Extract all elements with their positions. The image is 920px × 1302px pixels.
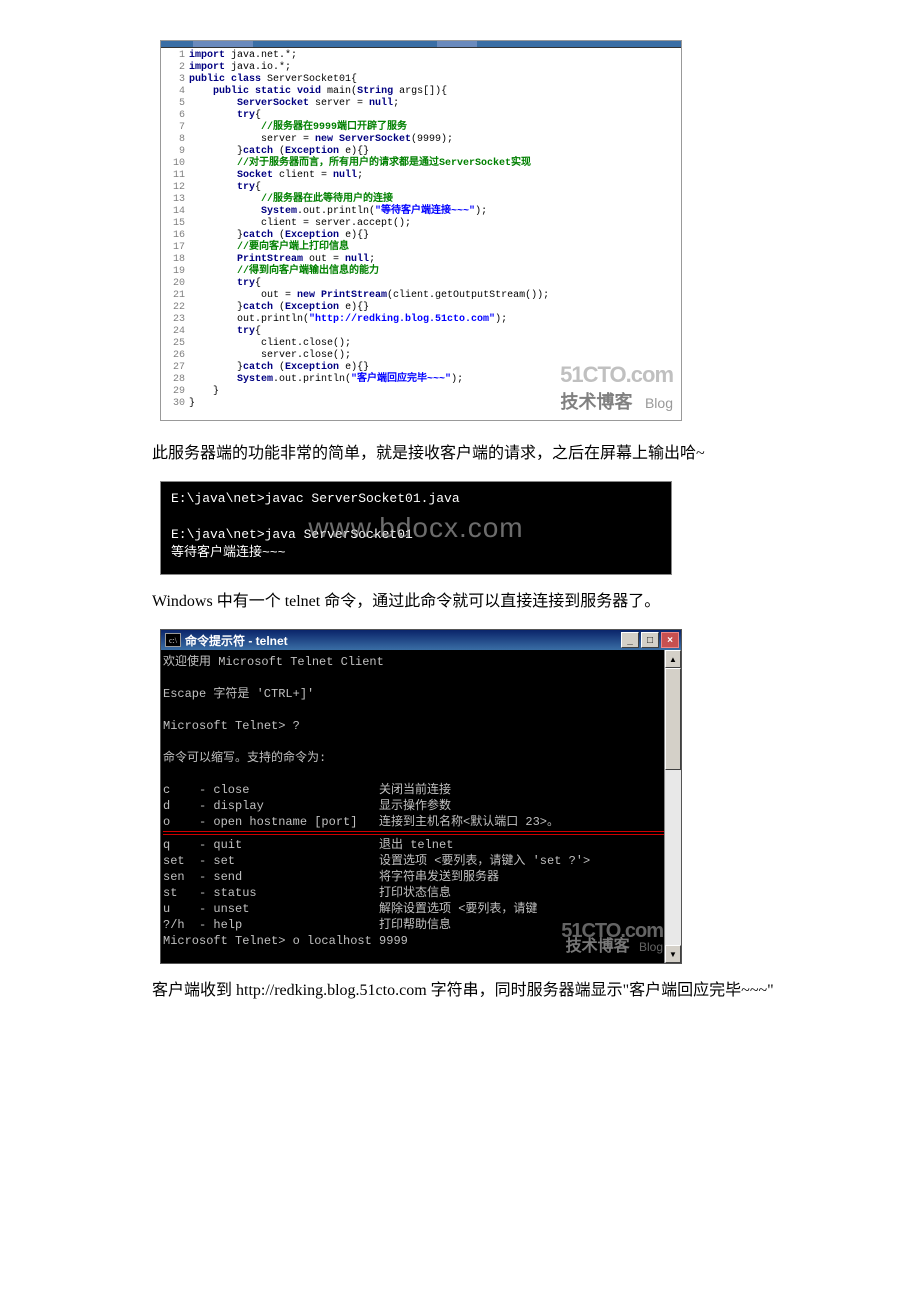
minimize-button[interactable]: _ xyxy=(621,632,639,648)
window-buttons: _ □ × xyxy=(621,632,679,648)
cmd-help-header: 命令可以缩写。支持的命令为: xyxy=(163,750,675,766)
maximize-button[interactable]: □ xyxy=(641,632,659,648)
cmd-help-rows-bottom: q- quit退出 telnetset- set设置选项 <要列表，请键入 's… xyxy=(163,837,675,933)
red-separator xyxy=(163,834,675,835)
scroll-down-button[interactable]: ▼ xyxy=(665,945,681,963)
code-editor-screenshot: 1234567891011121314151617181920212223242… xyxy=(160,40,682,421)
cmd-icon: c:\ xyxy=(165,633,181,647)
cmd-window: c:\ 命令提示符 - telnet _ □ × 欢迎使用 Microsoft … xyxy=(160,629,682,964)
terminal-screenshot-1: E:\java\net>javac ServerSocket01.java E:… xyxy=(160,481,672,575)
watermark-line2: 技术博客 xyxy=(561,392,633,412)
scrollbar[interactable]: ▲ ▼ xyxy=(664,650,681,963)
scroll-thumb[interactable] xyxy=(665,668,681,770)
cmd-welcome: 欢迎使用 Microsoft Telnet Client xyxy=(163,654,675,670)
cmd-title-text: 命令提示符 - telnet xyxy=(185,632,288,649)
cmd-help-rows-top: c- close关闭当前连接d- display显示操作参数o- open ho… xyxy=(163,782,675,832)
cmd-titlebar: c:\ 命令提示符 - telnet _ □ × xyxy=(161,630,681,650)
scroll-track[interactable] xyxy=(665,668,681,945)
line-gutter: 1234567891011121314151617181920212223242… xyxy=(161,50,189,410)
cmd-prompt-1: Microsoft Telnet> ? xyxy=(163,718,675,734)
editor-titlebar xyxy=(161,41,681,48)
close-button[interactable]: × xyxy=(661,632,679,648)
code-lines: import java.net.*;import java.io.*;publi… xyxy=(189,50,681,410)
paragraph-1: 此服务器端的功能非常的简单，就是接收客户端的请求，之后在屏幕上输出哈~ xyxy=(120,441,800,467)
paragraph-3: 客户端收到 http://redking.blog.51cto.com 字符串，… xyxy=(120,978,800,1004)
cmd-prompt-2: Microsoft Telnet> o localhost 9999 xyxy=(163,933,675,949)
watermark-51cto: 51CTO.com 技术博客 Blog xyxy=(560,362,673,414)
watermark-blog: Blog xyxy=(645,395,673,411)
scroll-up-button[interactable]: ▲ xyxy=(665,650,681,668)
cmd-body: 欢迎使用 Microsoft Telnet Client Escape 字符是 … xyxy=(161,650,681,963)
cmd-escape: Escape 字符是 'CTRL+]' xyxy=(163,686,675,702)
terminal-lines: E:\java\net>javac ServerSocket01.java E:… xyxy=(171,490,661,562)
paragraph-2: Windows 中有一个 telnet 命令，通过此命令就可以直接连接到服务器了… xyxy=(120,589,800,615)
watermark-line1: 51CTO.com xyxy=(560,362,673,388)
